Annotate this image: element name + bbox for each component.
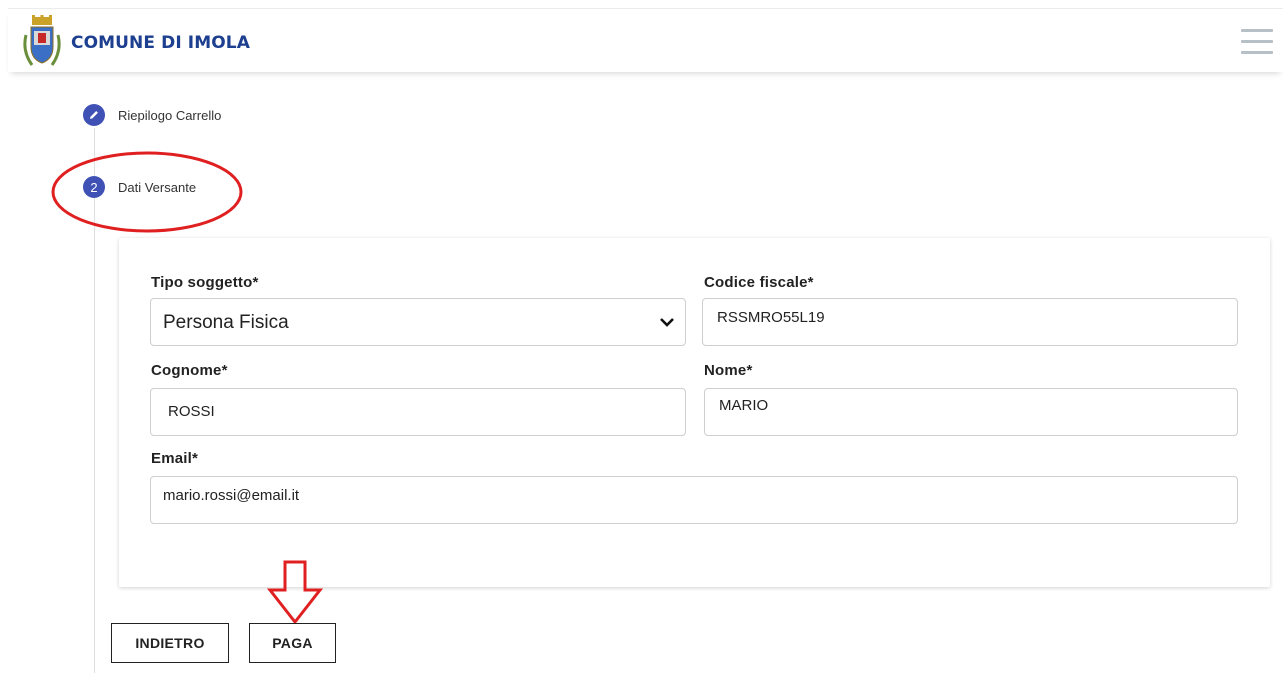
nome-label: Nome*: [704, 362, 753, 379]
form-card: Tipo soggetto* Persona Fisica Codice fis…: [119, 238, 1270, 587]
brand-name[interactable]: COMUNE DI IMOLA: [71, 33, 250, 53]
step-2-number: 2: [83, 176, 105, 198]
tipo-soggetto-value: Persona Fisica: [163, 312, 289, 333]
email-field[interactable]: mario.rossi@email.it: [150, 476, 1238, 524]
coat-of-arms-icon: [23, 15, 61, 66]
email-value: mario.rossi@email.it: [163, 487, 300, 504]
stepper-line: [94, 128, 95, 673]
step-2-label: Dati Versante: [118, 180, 197, 195]
step-1-pencil-icon[interactable]: [83, 104, 105, 126]
nome-value: MARIO: [719, 397, 769, 414]
codice-fiscale-label: Codice fiscale*: [704, 274, 814, 291]
back-button[interactable]: INDIETRO: [111, 623, 229, 663]
pencil-icon: [90, 111, 98, 119]
cognome-field[interactable]: ROSSI: [150, 388, 686, 436]
tipo-soggetto-select[interactable]: Persona Fisica: [150, 298, 686, 346]
top-header: COMUNE DI IMOLA: [8, 8, 1283, 72]
codice-fiscale-value: RSSMRO55L19: [717, 309, 825, 326]
pay-button[interactable]: PAGA: [249, 623, 336, 663]
codice-fiscale-field[interactable]: RSSMRO55L19: [702, 298, 1238, 346]
cognome-label: Cognome*: [151, 362, 228, 379]
hamburger-menu-icon[interactable]: [1241, 29, 1273, 55]
chevron-down-icon: [660, 318, 674, 327]
email-label: Email*: [151, 450, 199, 467]
step-1-label[interactable]: Riepilogo Carrello: [118, 108, 221, 123]
nome-field[interactable]: MARIO: [704, 388, 1238, 436]
tipo-soggetto-label: Tipo soggetto*: [151, 274, 259, 291]
cognome-value: ROSSI: [168, 403, 215, 420]
